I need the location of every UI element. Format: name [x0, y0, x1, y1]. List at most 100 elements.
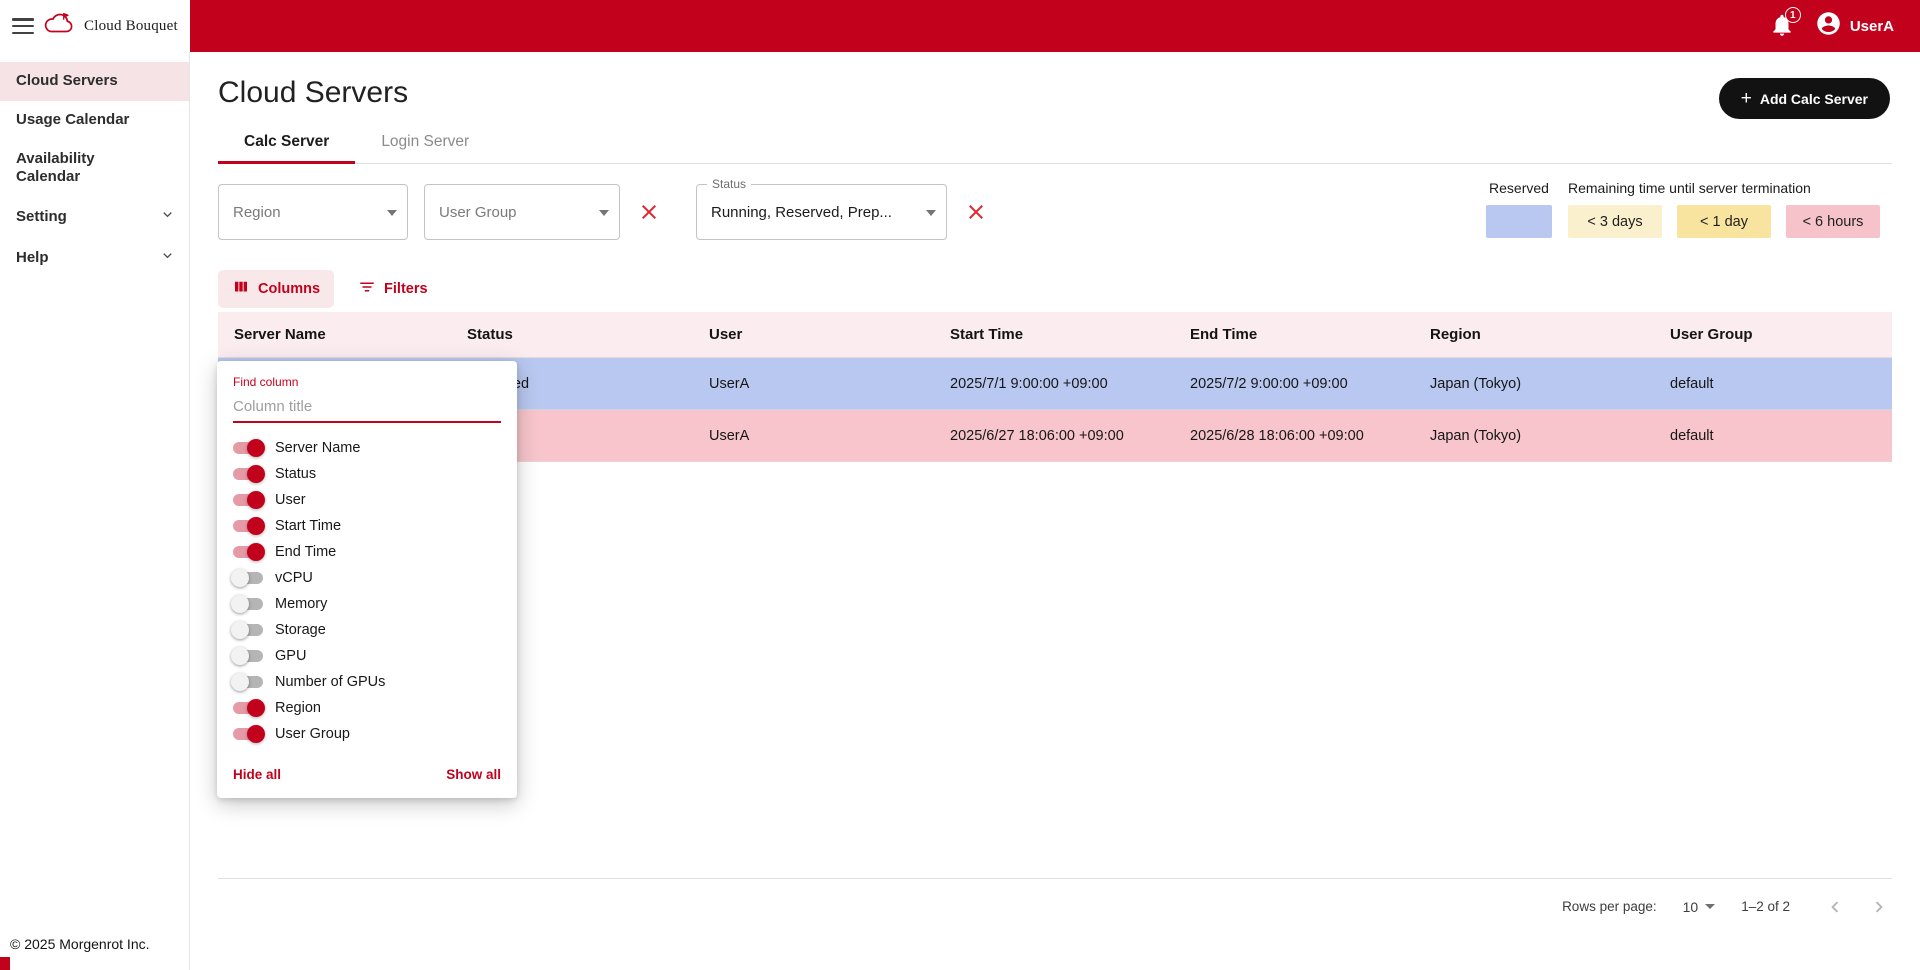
sidebar-item-usage-calendar[interactable]: Usage Calendar [0, 101, 189, 140]
cell-region: Japan (Tokyo) [1414, 358, 1654, 409]
toggle-switch[interactable] [233, 650, 263, 662]
columns-button-label: Columns [258, 281, 320, 297]
copyright-text: © 2025 Morgenrot Inc. [10, 936, 150, 952]
toggle-switch[interactable] [233, 598, 263, 610]
chip-3-days: < 3 days [1568, 205, 1662, 238]
find-column-label: Find column [233, 375, 501, 389]
sidebar: Cloud Servers Usage Calendar Availabilit… [0, 52, 190, 970]
user-menu[interactable]: UserA [1815, 10, 1894, 42]
termination-chips: < 3 days < 1 day < 6 hours [1568, 205, 1880, 238]
table-header-row: Server Name Status User Start Time End T… [218, 312, 1892, 358]
reserved-legend-label: Reserved [1489, 180, 1549, 196]
legend: Reserved Remaining time until server ter… [1486, 180, 1880, 238]
toggle-switch[interactable] [233, 442, 263, 454]
toggle-label: Region [275, 700, 321, 716]
column-toggle-start-time: Start Time [233, 513, 501, 539]
column-toggle-gpu: GPU [233, 643, 501, 669]
filter-row: Region User Group Status Running, Reserv… [218, 184, 989, 240]
pagination-range: 1–2 of 2 [1741, 899, 1790, 914]
column-toggle-server-name: Server Name [233, 435, 501, 461]
clear-filter-button[interactable] [636, 199, 662, 225]
dropdown-arrow-icon [926, 210, 936, 216]
column-toggle-user-group: User Group [233, 721, 501, 747]
main-content: Cloud Servers + Add Calc Server Calc Ser… [190, 52, 1920, 970]
toggle-label: Memory [275, 596, 327, 612]
column-toggle-vcpu: vCPU [233, 565, 501, 591]
sidebar-item-label: Help [16, 249, 49, 268]
column-header-user-group[interactable]: User Group [1654, 312, 1892, 357]
sidebar-item-setting[interactable]: Setting [0, 197, 189, 238]
toggle-switch[interactable] [233, 468, 263, 480]
toggle-switch[interactable] [233, 728, 263, 740]
sidebar-item-availability-calendar[interactable]: Availability Calendar [0, 140, 189, 198]
topbar-red-band: 1 UserA [190, 0, 1920, 52]
add-calc-server-button[interactable]: + Add Calc Server [1719, 78, 1890, 119]
rows-per-page-label: Rows per page: [1562, 899, 1657, 914]
status-select-value: Running, Reserved, Prep... [711, 204, 892, 221]
hide-all-button[interactable]: Hide all [233, 767, 281, 782]
tab-login-server[interactable]: Login Server [355, 122, 495, 163]
column-header-region[interactable]: Region [1414, 312, 1654, 357]
cell-user-group: default [1654, 358, 1892, 409]
cell-end-time: 2025/7/2 9:00:00 +09:00 [1174, 358, 1414, 409]
previous-page-button[interactable] [1822, 894, 1848, 920]
tab-calc-server[interactable]: Calc Server [218, 122, 355, 163]
filter-list-icon [358, 278, 376, 300]
chevron-down-icon [160, 248, 175, 269]
reserved-color-swatch [1486, 205, 1552, 238]
column-toggle-region: Region [233, 695, 501, 721]
user-group-select[interactable]: User Group [424, 184, 620, 240]
status-select[interactable]: Status Running, Reserved, Prep... [696, 184, 947, 240]
rows-per-page-value: 10 [1683, 899, 1699, 915]
chevron-down-icon [160, 207, 175, 228]
columns-popup: Find column Server Name Status User Star… [217, 361, 517, 798]
cell-user: UserA [693, 410, 934, 461]
find-column-input[interactable] [233, 391, 501, 423]
column-toggle-number-of-gpus: Number of GPUs [233, 669, 501, 695]
region-select-label: Region [233, 204, 281, 221]
filters-button[interactable]: Filters [344, 270, 442, 308]
avatar-icon [1815, 10, 1842, 42]
region-select[interactable]: Region [218, 184, 408, 240]
column-header-server-name[interactable]: Server Name [218, 312, 451, 357]
hamburger-menu-icon[interactable] [12, 18, 34, 34]
column-header-status[interactable]: Status [451, 312, 693, 357]
toggle-label: Status [275, 466, 316, 482]
add-calc-server-label: Add Calc Server [1760, 91, 1868, 107]
brand-name: Cloud Bouquet [84, 18, 178, 35]
topbar: Cloud Bouquet 1 UserA [0, 0, 1920, 52]
column-header-start-time[interactable]: Start Time [934, 312, 1174, 357]
toggle-switch[interactable] [233, 676, 263, 688]
column-header-user[interactable]: User [693, 312, 934, 357]
toggle-switch[interactable] [233, 624, 263, 636]
toggle-switch[interactable] [233, 494, 263, 506]
chip-1-day: < 1 day [1677, 205, 1771, 238]
toggle-switch[interactable] [233, 520, 263, 532]
sidebar-item-cloud-servers[interactable]: Cloud Servers [0, 62, 189, 101]
show-all-button[interactable]: Show all [446, 767, 501, 782]
column-header-end-time[interactable]: End Time [1174, 312, 1414, 357]
sidebar-item-label: Setting [16, 208, 67, 227]
view-columns-icon [232, 278, 250, 300]
cell-region: Japan (Tokyo) [1414, 410, 1654, 461]
toggle-switch[interactable] [233, 546, 263, 558]
rows-per-page-select[interactable]: 10 [1683, 899, 1716, 915]
next-page-button[interactable] [1866, 894, 1892, 920]
column-toggle-user: User [233, 487, 501, 513]
column-toggle-end-time: End Time [233, 539, 501, 565]
toggle-switch[interactable] [233, 702, 263, 714]
sidebar-item-help[interactable]: Help [0, 238, 189, 279]
notifications-button[interactable]: 1 [1769, 12, 1797, 40]
toggle-label: User Group [275, 726, 350, 742]
cloud-logo-icon [42, 11, 76, 41]
columns-button[interactable]: Columns [218, 270, 334, 308]
column-toggle-status: Status [233, 461, 501, 487]
sidebar-item-label: Cloud Servers [16, 72, 118, 91]
clear-status-filter-button[interactable] [963, 199, 989, 225]
bell-icon [1769, 25, 1795, 42]
sidebar-item-label: Usage Calendar [16, 111, 129, 130]
column-toggle-memory: Memory [233, 591, 501, 617]
toggle-switch[interactable] [233, 572, 263, 584]
notification-badge: 1 [1785, 7, 1801, 23]
toggle-label: Server Name [275, 440, 360, 456]
